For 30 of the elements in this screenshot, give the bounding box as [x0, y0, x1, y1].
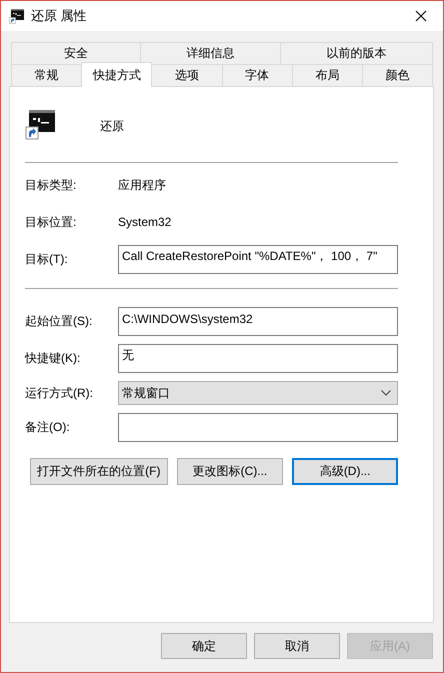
caret-icon	[381, 390, 391, 396]
field-label: 目标(T):	[25, 251, 69, 268]
close-icon	[414, 10, 426, 22]
dropdown[interactable]: 常规窗口	[118, 381, 398, 405]
field-label: 目标位置:	[25, 214, 78, 231]
field-label: 起始位置(S):	[25, 313, 94, 330]
console-icon	[25, 108, 57, 140]
shortcut-name: 还原	[100, 118, 124, 134]
dialog-button[interactable]: 确定	[161, 633, 247, 659]
field-value: 应用程序	[118, 177, 167, 194]
tab[interactable]: 快捷方式	[81, 62, 152, 87]
tab[interactable]: 安全	[11, 42, 141, 64]
input-field[interactable]: 无	[118, 344, 398, 373]
tab[interactable]: 常规	[11, 64, 82, 86]
field-label: 运行方式(R):	[25, 384, 94, 402]
field-label: 目标类型:	[25, 177, 78, 194]
dialog-button[interactable]: 取消	[254, 633, 340, 659]
button[interactable]: 高级(D)...	[292, 458, 398, 485]
button[interactable]: 打开文件所在的位置(F)	[30, 458, 168, 485]
button[interactable]: 更改图标(C)...	[176, 458, 284, 485]
console-icon	[9, 8, 25, 24]
input-field[interactable]	[118, 413, 398, 442]
window-title: 还原 属性	[31, 7, 87, 25]
input-field[interactable]: Call CreateRestorePoint "%DATE%"， 100， 7"	[118, 245, 398, 274]
field-value: System32	[118, 214, 172, 231]
field-label: 快捷键(K):	[25, 350, 82, 367]
field-label: 备注(O):	[25, 419, 71, 436]
tab[interactable]: 以前的版本	[280, 42, 434, 64]
tab[interactable]: 颜色	[362, 64, 434, 86]
input-field[interactable]: C:\WINDOWS\system32	[118, 307, 398, 336]
